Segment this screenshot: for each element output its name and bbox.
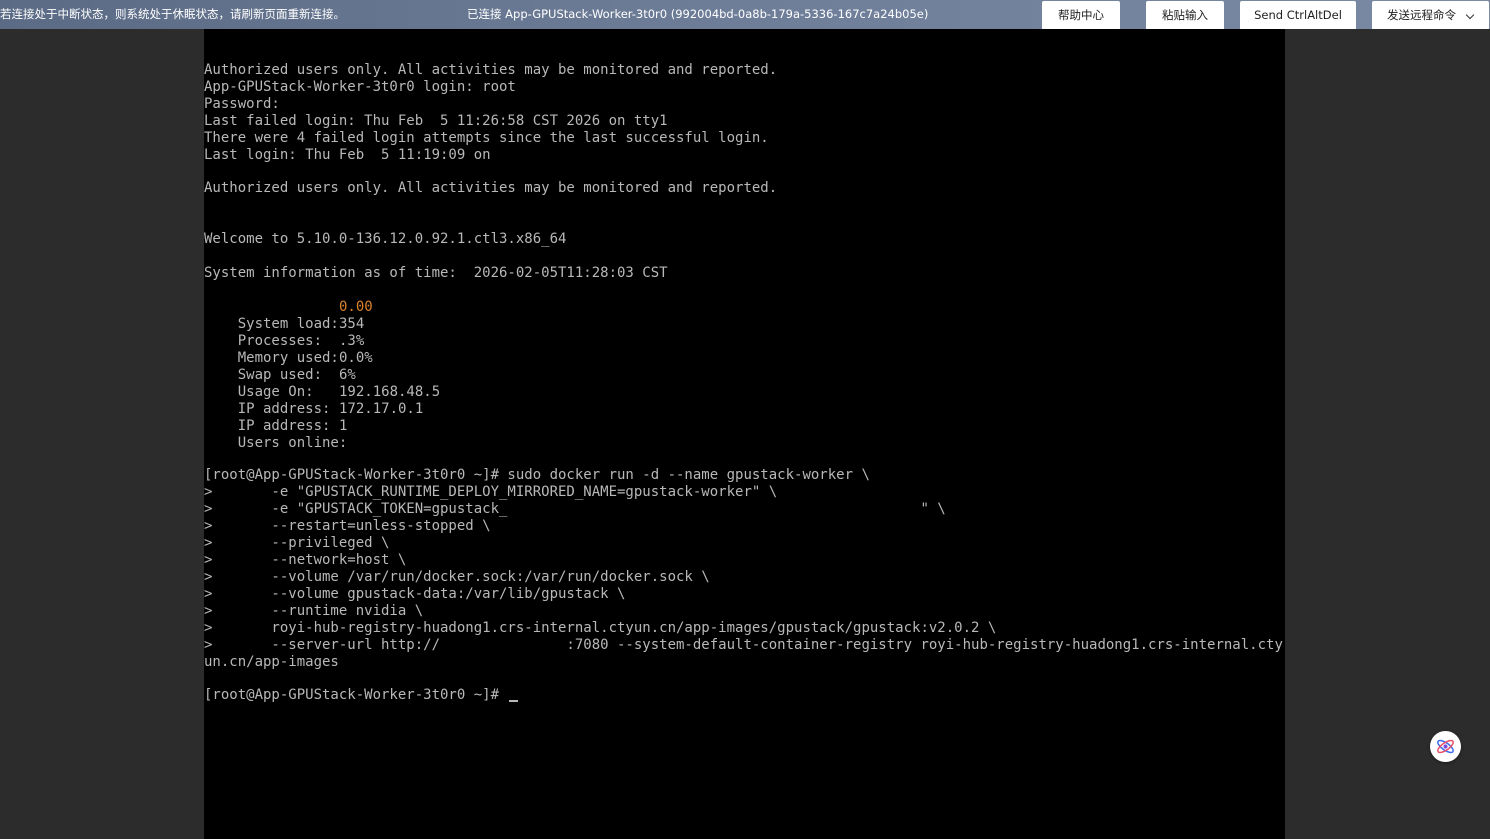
command-line: un.cn/app-images [204,654,339,670]
terminal-line: App-GPUStack-Worker-3t0r0 login: root [204,79,516,95]
help-center-button[interactable]: 帮助中心 [1042,1,1120,30]
terminal-line: Welcome to 5.10.0-136.12.0.92.1.ctl3.x86… [204,231,567,247]
sysinfo-row: IP address: 172.17.0.1 [204,401,424,434]
sysinfo-row: Users online: 1 [204,418,348,451]
terminal-line: There were 4 failed login attempts since… [204,130,769,146]
sysinfo-row: IP address: 192.168.48.5 [204,384,440,417]
shell-prompt: [root@App-GPUStack-Worker-3t0r0 ~]# [204,687,519,704]
command-line: > --volume gpustack-data:/var/lib/gpusta… [204,586,626,602]
command-line: > --volume /var/run/docker.sock:/var/run… [204,569,710,585]
terminal-line: Authorized users only. All activities ma… [204,62,778,78]
sysinfo-label: Users online: [237,435,348,451]
command-line: > royi-hub-registry-huadong1.crs-interna… [204,620,997,636]
sysinfo-row: Processes: 354 [204,316,365,349]
sysinfo-row: Swap used: 0.0% [204,350,373,383]
sysinfo-value: 172.17.0.1 [339,401,424,417]
sysinfo-value: 354 [339,316,365,332]
sysinfo-value: 1 [339,418,348,434]
chevron-down-icon [1465,10,1475,20]
send-remote-command-dropdown[interactable]: 发送远程命令 [1372,1,1489,30]
assistant-logo-icon[interactable] [1430,731,1461,762]
sysinfo-row: Usage On: 6% [204,367,356,400]
text-cursor [509,700,519,702]
terminal-line: Last failed login: Thu Feb 5 11:26:58 CS… [204,113,668,129]
right-margin [1285,29,1490,839]
sysinfo-value: 6% [339,367,356,383]
terminal-line: System information as of time: 2026-02-0… [204,265,668,281]
command-line: > --network=host \ [204,552,407,568]
remote-console-toolbar: 若连接处于中断状态，则系统处于休眠状态，请刷新页面重新连接。 已连接 App-G… [0,0,1490,30]
sysinfo-value: 192.168.48.5 [339,384,441,400]
sysinfo-row: System load: 0.00 [204,299,373,332]
command-line: > -e "GPUSTACK_RUNTIME_DEPLOY_MIRRORED_N… [204,484,778,500]
sysinfo-value: 0.0% [339,350,373,366]
sysinfo-value: 0.00 [339,299,373,315]
send-remote-command-label: 发送远程命令 [1387,8,1456,22]
sysinfo-row: Memory used: .3% [204,333,365,366]
prompt-text: [root@App-GPUStack-Worker-3t0r0 ~]# [204,687,508,703]
terminal-line: Last login: Thu Feb 5 11:19:09 on [204,147,491,163]
send-ctrl-alt-del-button[interactable]: Send CtrlAltDel [1240,1,1356,30]
command-line: > -e "GPUSTACK_TOKEN=gpustack_ " \ [204,501,946,517]
terminal-line: Password: [204,96,280,112]
command-line: > --runtime nvidia \ [204,603,424,619]
paste-input-button[interactable]: 粘贴输入 [1146,1,1224,30]
connection-status-title: 已连接 App-GPUStack-Worker-3t0r0 (992004bd-… [467,7,929,21]
command-line: > --server-url http:// :7080 --system-de… [204,637,1283,653]
command-line: [root@App-GPUStack-Worker-3t0r0 ~]# sudo… [204,467,870,483]
vnc-terminal-screen[interactable]: Authorized users only. All activities ma… [204,29,1285,839]
terminal-line: Authorized users only. All activities ma… [204,180,778,196]
command-line: > --restart=unless-stopped \ [204,518,491,534]
sleep-notice: 若连接处于中断状态，则系统处于休眠状态，请刷新页面重新连接。 [0,7,345,21]
left-margin [0,29,204,839]
command-line: > --privileged \ [204,535,390,551]
sysinfo-value: .3% [339,333,365,349]
